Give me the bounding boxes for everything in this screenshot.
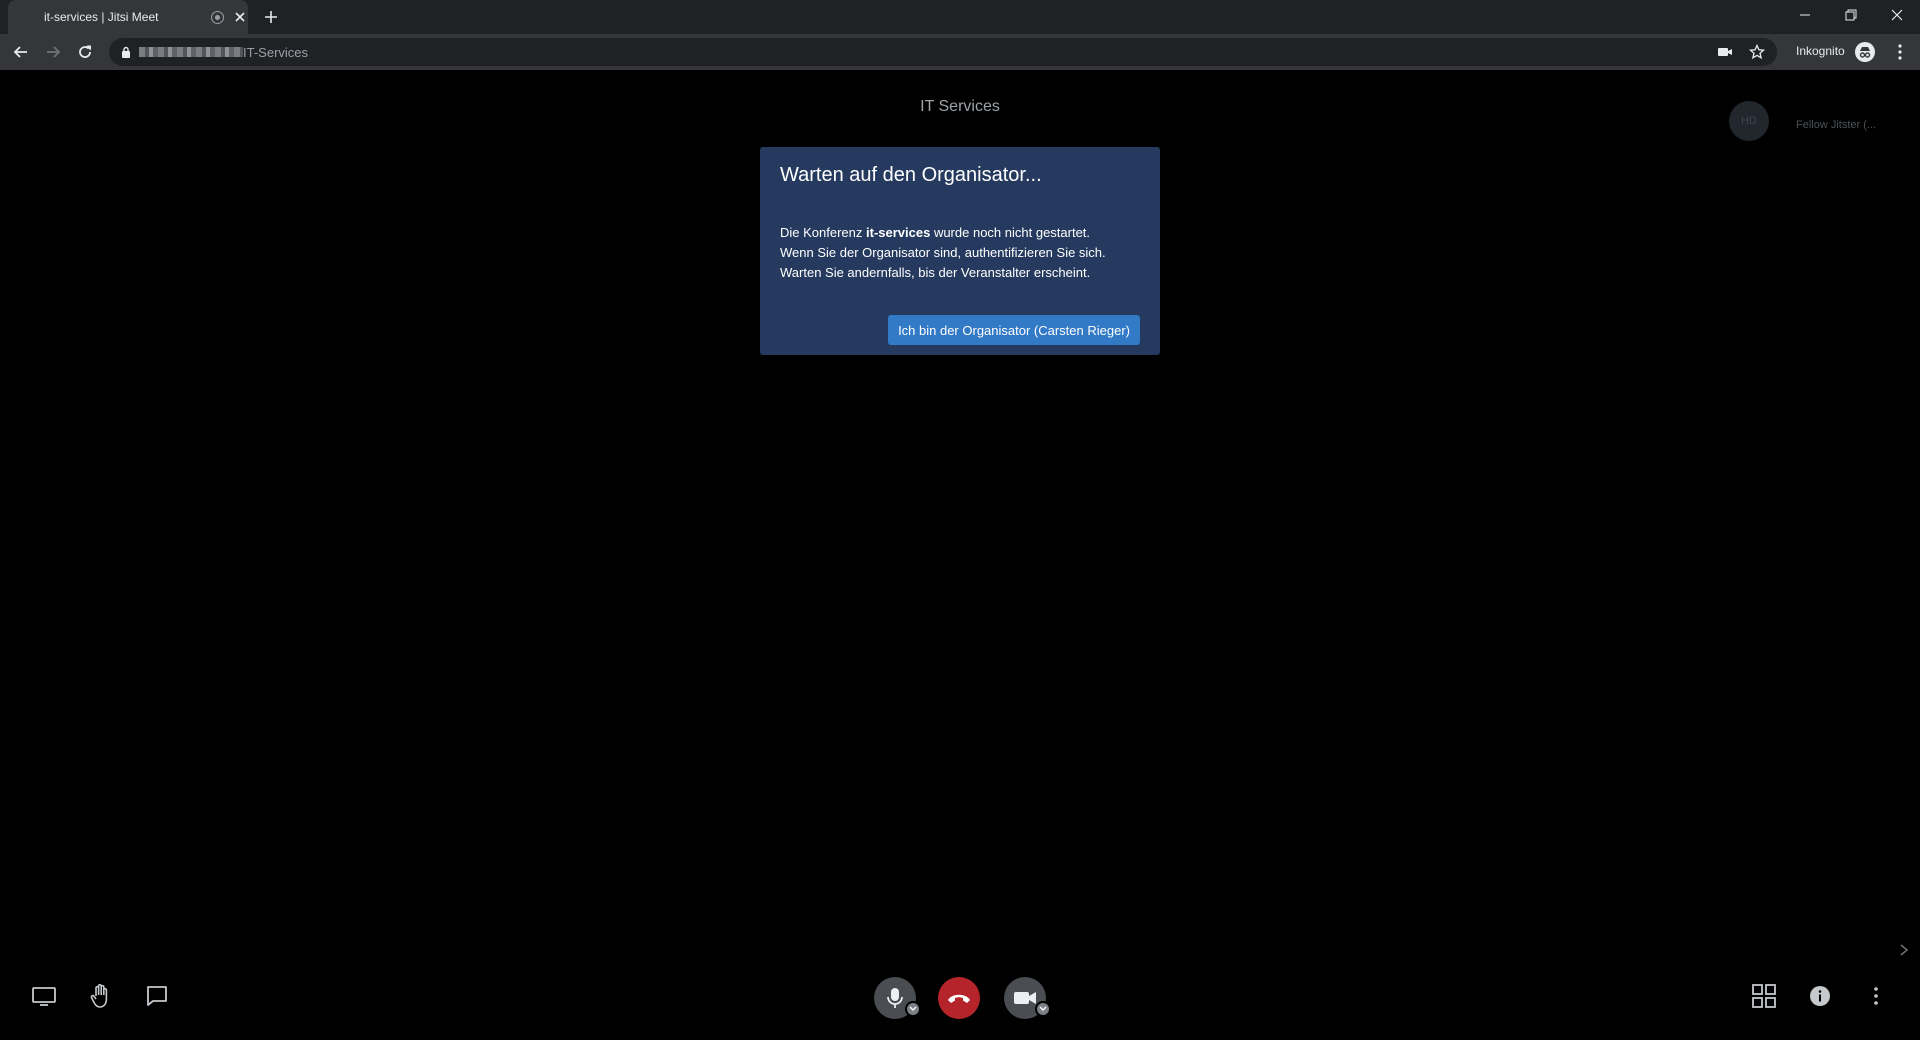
raise-hand-button[interactable] (87, 982, 115, 1010)
address-bar[interactable]: IT-Services (109, 38, 1777, 66)
recording-indicator-icon (211, 11, 224, 24)
more-vertical-icon (1874, 987, 1878, 1005)
room-title: IT Services (920, 98, 1000, 115)
more-actions-button[interactable] (1862, 982, 1890, 1010)
incognito-icon[interactable] (1855, 42, 1875, 62)
microphone-icon (887, 988, 903, 1008)
bookmark-star-icon[interactable] (1749, 44, 1765, 60)
info-icon (1810, 986, 1830, 1006)
blurred-domain (139, 47, 243, 57)
close-icon (1891, 9, 1903, 21)
restore-icon (1845, 9, 1857, 21)
waiting-for-host-dialog: Warten auf den Organisator... Die Konfer… (760, 147, 1160, 355)
window-restore-button[interactable] (1828, 0, 1874, 30)
window-minimize-button[interactable] (1782, 0, 1828, 30)
url-path: IT-Services (243, 45, 309, 60)
camera-options-button[interactable] (1035, 1001, 1051, 1017)
chat-button[interactable] (143, 982, 171, 1010)
hangup-phone-icon (948, 994, 970, 1003)
tile-view-icon (1752, 984, 1776, 1008)
chat-icon (147, 986, 167, 1006)
back-arrow-icon[interactable] (11, 42, 31, 62)
dialog-title: Warten auf den Organisator... (780, 164, 1042, 186)
i-am-host-button[interactable]: Ich bin der Organisator (Carsten Rieger) (888, 315, 1140, 345)
tab-title: it-services | Jitsi Meet (44, 10, 159, 24)
screen-share-icon (32, 987, 56, 1006)
camera-icon (1014, 992, 1036, 1004)
screen-share-button[interactable] (30, 982, 58, 1010)
dialog-body: Die Konferenz it-services wurde noch nic… (780, 223, 1150, 283)
browser-tabstrip: it-services | Jitsi Meet (0, 0, 1920, 34)
reload-icon[interactable] (75, 42, 95, 62)
window-close-button[interactable] (1874, 0, 1920, 30)
minimize-icon (1800, 14, 1810, 16)
incognito-glyph-icon (1859, 47, 1871, 58)
avatar-initials: HD (1741, 115, 1757, 127)
info-button[interactable] (1806, 982, 1834, 1010)
chevron-down-icon (1039, 1006, 1047, 1011)
dialog-line-2: Wenn Sie der Organisator sind, authentif… (780, 245, 1106, 260)
dialog-line-1: Die Konferenz it-services wurde noch nic… (780, 223, 1150, 243)
dialog-line-1-suffix: wurde noch nicht gestartet. (930, 225, 1091, 240)
browser-menu-icon[interactable] (1890, 42, 1910, 62)
browser-tab[interactable]: it-services | Jitsi Meet (8, 0, 248, 34)
camera-in-use-icon[interactable] (1717, 45, 1733, 59)
remote-participant-name: Fellow Jitster (... (1796, 119, 1877, 131)
dialog-line-1-prefix: Die Konferenz (780, 225, 866, 240)
new-tab-icon[interactable] (261, 7, 281, 27)
chevron-down-icon (909, 1006, 917, 1011)
tab-close-icon[interactable] (232, 9, 248, 25)
browser-toolbar: IT-Services Inkognito (0, 34, 1920, 70)
dialog-line-3: Warten Sie andernfalls, bis der Veransta… (780, 265, 1091, 280)
filmstrip-toggle-chevron-icon[interactable] (1898, 943, 1910, 957)
raise-hand-icon (90, 983, 108, 1008)
microphone-options-button[interactable] (905, 1001, 921, 1017)
incognito-label: Inkognito (1796, 44, 1845, 58)
tile-view-button[interactable] (1750, 982, 1778, 1010)
lock-icon (122, 46, 130, 58)
forward-arrow-icon[interactable] (43, 42, 63, 62)
dialog-room-name: it-services (866, 225, 931, 240)
meeting-stage: IT Services HD Fellow Jitster (... Warte… (0, 70, 1920, 1040)
hangup-button[interactable] (938, 977, 980, 1019)
remote-participant-avatar[interactable]: HD (1729, 101, 1769, 141)
